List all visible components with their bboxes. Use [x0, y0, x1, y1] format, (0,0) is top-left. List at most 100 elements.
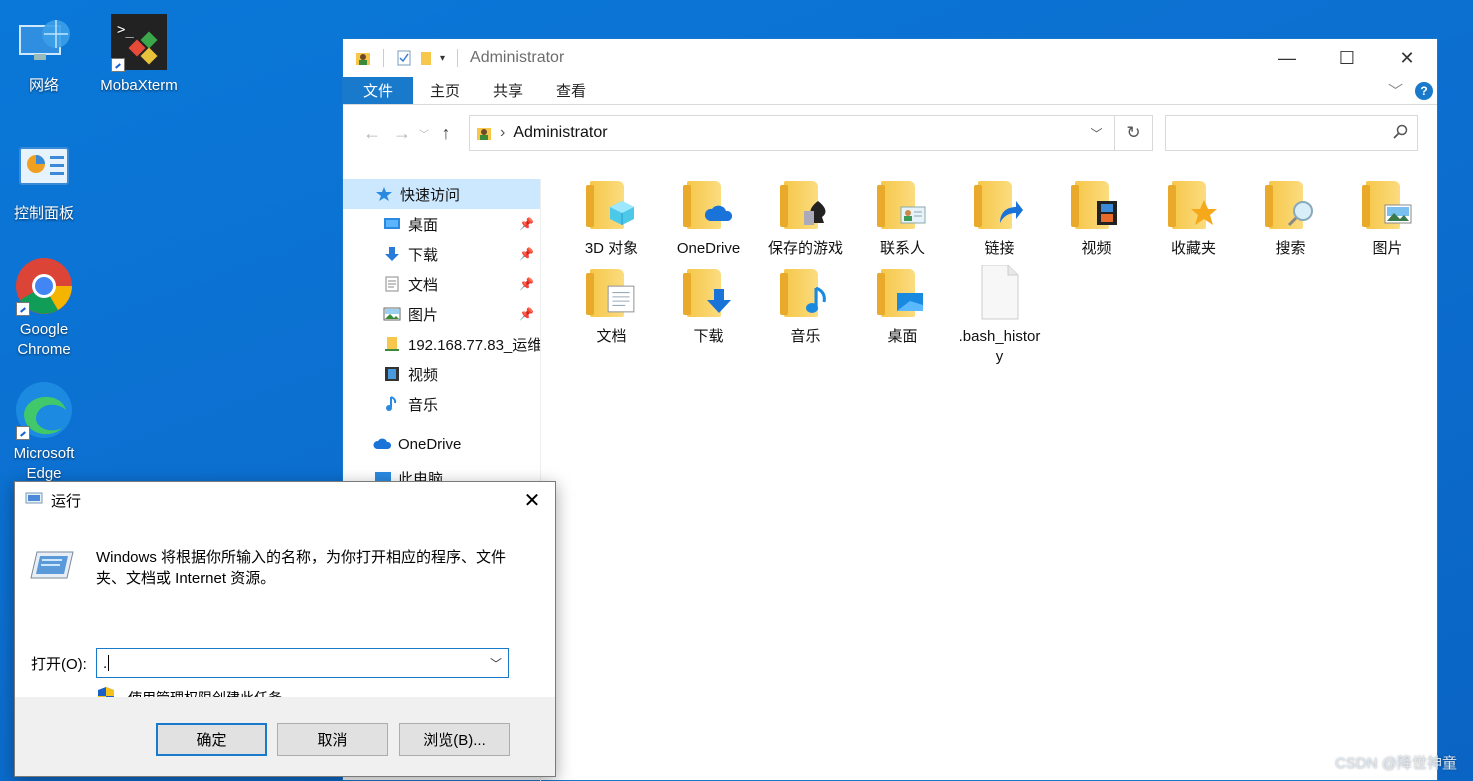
chevron-right-icon[interactable]: ›	[500, 124, 505, 142]
desktop-icon-edge[interactable]: Microsoft Edge	[1, 380, 87, 484]
folder-item-label: 链接	[984, 240, 1015, 257]
chevron-down-icon[interactable]: ﹀	[1078, 116, 1114, 150]
sidebar-item-music[interactable]: 音乐	[343, 389, 540, 419]
sidebar-item-downloads[interactable]: 下载 📌	[343, 239, 540, 269]
search-icon	[1393, 124, 1409, 143]
refresh-icon[interactable]: ↻	[1115, 115, 1153, 151]
folder-item-label: 联系人	[879, 240, 925, 257]
links-folder-icon	[972, 177, 1028, 233]
edge-icon	[14, 380, 74, 440]
browse-button[interactable]: 浏览(B)...	[399, 723, 510, 756]
desktop-icon-control-panel[interactable]: 控制面板	[1, 140, 87, 224]
up-arrow-icon[interactable]: ↑	[431, 123, 461, 144]
sidebar-item-documents[interactable]: 文档 📌	[343, 269, 540, 299]
new-folder-icon[interactable]	[418, 50, 434, 66]
run-app-icon	[25, 491, 43, 509]
maximize-button[interactable]: ☐	[1317, 39, 1377, 77]
desktop-icon-label: Microsoft Edge	[13, 445, 75, 482]
tab-home[interactable]: 主页	[413, 77, 476, 104]
sidebar-item-onedrive[interactable]: OneDrive	[343, 429, 540, 459]
folder-item-contacts[interactable]: 联系人	[854, 177, 951, 265]
folder-item-links[interactable]: 链接	[951, 177, 1048, 265]
customize-toolbar-icon[interactable]: ▾	[440, 53, 445, 64]
tab-file[interactable]: 文件	[343, 77, 413, 104]
sidebar-item-network-folder[interactable]: 192.168.77.83_运维	[343, 329, 540, 359]
run-dialog-footer: 确定 取消 浏览(B)...	[15, 697, 555, 776]
folder-item-label: 图片	[1372, 240, 1403, 257]
back-arrow-icon[interactable]: ←	[357, 123, 387, 144]
expand-ribbon-icon[interactable]: ﹀	[1388, 80, 1403, 101]
sidebar-item-label: 视频	[408, 366, 439, 384]
close-icon[interactable]: ✕	[509, 482, 555, 518]
shortcut-arrow-icon	[16, 302, 30, 316]
sidebar-item-label: 快速访问	[400, 186, 461, 204]
recent-locations-icon[interactable]: ﹀	[417, 126, 431, 141]
tab-view[interactable]: 查看	[539, 77, 602, 104]
3d-objects-folder-icon	[584, 177, 640, 233]
sidebar-item-label: 文档	[408, 276, 439, 294]
pin-icon[interactable]: 📌	[519, 247, 534, 261]
download-arrow-icon	[383, 246, 401, 262]
sidebar-item-pictures[interactable]: 图片 📌	[343, 299, 540, 329]
folder-item-label: 收藏夹	[1170, 240, 1216, 257]
folder-item-downloads[interactable]: 下载	[660, 265, 757, 353]
folder-item-3d-objects[interactable]: 3D 对象	[563, 177, 660, 265]
title-bar: ▾ Administrator — ☐ ✕	[343, 39, 1437, 77]
search-input[interactable]	[1165, 115, 1418, 151]
ok-button[interactable]: 确定	[156, 723, 267, 756]
sidebar-item-desktop[interactable]: 桌面 📌	[343, 209, 540, 239]
sidebar-item-label: 下载	[408, 246, 439, 264]
searches-folder-icon	[1263, 177, 1319, 233]
toolbar-separator	[383, 49, 384, 67]
folder-item-videos[interactable]: 视频	[1048, 177, 1145, 265]
quick-access-toolbar: ▾ Administrator	[355, 49, 564, 67]
run-command-value[interactable]: .	[103, 655, 107, 672]
desktop-icon-label: Google Chrome	[17, 321, 71, 358]
folder-item-desktop[interactable]: 桌面	[854, 265, 951, 353]
pin-icon[interactable]: 📌	[519, 307, 534, 321]
pin-icon[interactable]: 📌	[519, 277, 534, 291]
cancel-button[interactable]: 取消	[277, 723, 388, 756]
sidebar-item-quick-access[interactable]: 快速访问	[343, 179, 540, 209]
properties-icon[interactable]	[396, 50, 412, 66]
sidebar-item-label: 桌面	[408, 216, 439, 234]
help-icon[interactable]: ?	[1415, 81, 1433, 100]
breadcrumb-administrator[interactable]: Administrator	[513, 124, 607, 142]
run-command-input[interactable]: . ﹀	[96, 648, 509, 678]
downloads-folder-icon	[681, 265, 737, 321]
forward-arrow-icon[interactable]: →	[387, 123, 417, 144]
desktop-icon-mobaxterm[interactable]: >_ MobaXterm	[96, 12, 182, 96]
folder-item-saved-games[interactable]: 保存的游戏	[757, 177, 854, 265]
folder-item-favorites[interactable]: 收藏夹	[1145, 177, 1242, 265]
folder-item-label: 桌面	[887, 328, 918, 345]
saved-games-folder-icon	[778, 177, 834, 233]
address-bar[interactable]: › Administrator ﹀	[469, 115, 1115, 151]
chevron-down-icon[interactable]: ﹀	[484, 655, 508, 672]
folder-item-label: OneDrive	[676, 240, 741, 257]
file-item-bash-history[interactable]: .bash_history	[951, 264, 1048, 367]
user-folder-icon[interactable]	[355, 50, 371, 66]
folder-item-label: 保存的游戏	[767, 240, 843, 257]
tab-share[interactable]: 共享	[476, 77, 539, 104]
desktop-icon-chrome[interactable]: Google Chrome	[1, 256, 87, 360]
folder-item-documents[interactable]: 文档	[563, 265, 660, 353]
file-view: 3D 对象 OneDrive 保存的游戏 联系人 链接 视频 收藏夹 搜索 图片…	[563, 177, 1437, 367]
folder-item-onedrive[interactable]: OneDrive	[660, 177, 757, 265]
file-item-label: .bash_history	[958, 328, 1041, 365]
close-button[interactable]: ✕	[1377, 39, 1437, 77]
sidebar-item-videos[interactable]: 视频	[343, 359, 540, 389]
folder-item-searches[interactable]: 搜索	[1242, 177, 1339, 265]
pin-icon[interactable]: 📌	[519, 217, 534, 231]
documents-folder-icon	[584, 265, 640, 321]
music-folder-icon	[778, 265, 834, 321]
folder-item-label: 音乐	[790, 328, 821, 345]
desktop-icon-network[interactable]: 网络	[1, 12, 87, 96]
minimize-button[interactable]: —	[1257, 39, 1317, 77]
folder-item-label: 视频	[1081, 240, 1112, 257]
run-dialog-title: 运行	[51, 492, 82, 510]
folder-item-music[interactable]: 音乐	[757, 265, 854, 353]
ribbon-tabs: 文件 主页 共享 查看 ﹀ ?	[343, 77, 1437, 105]
sidebar-item-label: OneDrive	[398, 435, 462, 453]
folder-item-pictures[interactable]: 图片	[1339, 177, 1436, 265]
music-note-icon	[383, 396, 401, 412]
